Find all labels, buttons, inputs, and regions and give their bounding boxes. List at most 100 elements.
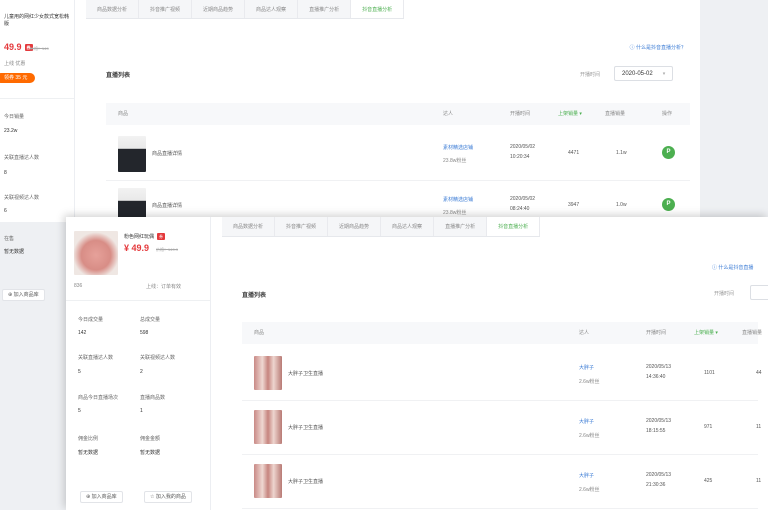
front-stat-value: 598: [140, 330, 149, 336]
front-date-label: 开播时间: [714, 291, 735, 297]
row-sales: 3947: [568, 202, 580, 208]
back-stat-label: 关联直播达人数: [4, 155, 40, 161]
row-title[interactable]: 商品直播详情: [152, 150, 182, 157]
front-stat-label: 佣金金额: [140, 436, 161, 442]
col-header: 达人: [579, 330, 590, 336]
front-date-picker[interactable]: [750, 285, 768, 300]
row-anchor-link[interactable]: 素材精选店铺: [443, 144, 473, 151]
col-header: 开播时间: [646, 330, 667, 336]
back-date-picker[interactable]: 2020-05-02 ▾: [614, 66, 674, 81]
row-sales: 971: [704, 424, 713, 430]
row-title[interactable]: 大胖子卫生直播: [288, 478, 323, 485]
row-gmv: 44: [756, 370, 762, 376]
col-header-sort[interactable]: 上架销量 ▾: [694, 322, 718, 344]
row-fans: 2.6w粉丝: [579, 379, 600, 385]
table-row[interactable]: 大胖子卫生直播 大胖子 2.6w粉丝 2020/05/13 21:30:36 4…: [242, 454, 762, 509]
col-header: 商品: [254, 330, 265, 336]
front-divider: [66, 300, 210, 301]
row-fans: 23.8w粉丝: [443, 158, 467, 164]
back-stat-value: 23.2w: [4, 128, 18, 134]
row-date: 2020/05/13: [646, 418, 672, 424]
front-add-library-button[interactable]: ⊕ 加入商品库: [80, 491, 123, 503]
back-help-link[interactable]: ⓘ 什么是抖音直播分析？: [630, 44, 686, 51]
back-product-name: 儿童用的网红少女款式宽松韩版: [4, 14, 70, 27]
front-tab[interactable]: 抖音推广视频: [275, 217, 329, 236]
front-help-link[interactable]: ⓘ 什么是抖音直播: [712, 264, 753, 271]
row-thumbnail: [118, 136, 146, 172]
front-stat-label: 总成交量: [140, 317, 161, 323]
front-product-tag: 券: [157, 233, 166, 240]
front-tab[interactable]: 商品数据分析: [222, 217, 276, 236]
calendar-icon: ▾: [662, 70, 666, 77]
row-thumbnail: [254, 356, 282, 390]
row-title[interactable]: 大胖子卫生直播: [288, 424, 323, 431]
row-fans: 2.6w粉丝: [579, 487, 600, 493]
row-time: 08:24:40: [510, 206, 530, 212]
front-stat-value: 5: [78, 408, 81, 414]
col-header: 商品: [118, 111, 129, 117]
table-row[interactable]: 商品直播详情 素材精选店铺 23.8w粉丝 2020/05/02 08:24:4…: [106, 180, 690, 222]
row-anchor-link[interactable]: 素材精选店铺: [443, 196, 473, 203]
row-gmv: 1.0w: [616, 202, 627, 208]
row-thumbnail: [254, 410, 282, 444]
front-product-name: 粉色网红玩偶券: [124, 233, 166, 240]
front-tab-bar: 商品数据分析 抖音推广视频 近期商品趋势 商品达人观察 直播推广分析 抖音直播分…: [222, 217, 541, 237]
front-product-orig: 价格：¥49.9: [156, 247, 179, 252]
row-gmv: 11: [756, 478, 762, 484]
play-icon[interactable]: P: [662, 198, 675, 211]
back-tab[interactable]: 近期商品趋势: [192, 0, 246, 18]
front-stat-label: 关联视频达人数: [140, 355, 176, 361]
back-coupon-pill[interactable]: 领券 35 元: [0, 73, 36, 83]
front-stat-label: 关联直播达人数: [78, 355, 114, 361]
front-product-panel: 粉色网红玩偶券 ¥ 49.9 价格：¥49.9 836 上线：订单有效 今日成交…: [66, 217, 211, 510]
front-stat-value: 暂无数据: [78, 450, 99, 456]
back-tab-active[interactable]: 抖音直播分析: [351, 0, 405, 18]
row-fans: 23.8w粉丝: [443, 210, 467, 216]
row-sales: 425: [704, 478, 713, 484]
row-title[interactable]: 商品直播详情: [152, 202, 182, 209]
table-row[interactable]: 大胖子卫生直播 大胖子 2.6w粉丝 2020/05/13 14:36:40 1…: [242, 346, 762, 401]
table-row[interactable]: 大胖子卫生直播 大胖子 2.6w粉丝 2020/05/13 18:15:55 9…: [242, 400, 762, 455]
row-anchor-link[interactable]: 大胖子: [579, 472, 594, 479]
back-product-panel: 儿童用的网红少女款式宽松韩版 49.9 券 价格：¥49 上线 优惠 领券 35 …: [0, 0, 75, 222]
front-section-title: 直播列表: [242, 293, 267, 299]
front-tab-active[interactable]: 抖音直播分析: [487, 217, 541, 236]
front-stat-value: 142: [78, 330, 87, 336]
front-tab[interactable]: 直播推广分析: [434, 217, 488, 236]
row-sales: 1101: [704, 370, 715, 376]
row-title[interactable]: 大胖子卫生直播: [288, 370, 323, 377]
col-header-sort[interactable]: 上架销量 ▾: [558, 103, 582, 125]
row-date: 2020/05/02: [510, 144, 536, 150]
row-fans: 2.6w粉丝: [579, 433, 600, 439]
back-tab[interactable]: 直播推广分析: [298, 0, 352, 18]
back-stat-value: 暂无数据: [4, 249, 25, 255]
row-time: 21:30:36: [646, 482, 666, 488]
back-date-label: 开播时间: [580, 72, 601, 78]
row-thumbnail: [254, 464, 282, 498]
row-anchor-link[interactable]: 大胖子: [579, 418, 594, 425]
front-stat-label: 佣金比例: [78, 436, 99, 442]
table-row[interactable]: 商品直播详情 素材精选店铺 23.8w粉丝 2020/05/02 10:20:3…: [106, 128, 690, 181]
front-tab[interactable]: 商品达人观察: [381, 217, 435, 236]
back-tab[interactable]: 抖音推广视频: [139, 0, 193, 18]
back-tab[interactable]: 商品数据分析: [86, 0, 140, 18]
row-gmv: 11: [756, 424, 762, 430]
back-table-header: 商品 达人 开播时间 上架销量 ▾ 直播销量 操作: [106, 103, 690, 125]
back-stat-label: 今日销量: [4, 114, 25, 120]
back-stat-value: 6: [4, 208, 7, 214]
back-stat-label: 关联视频达人数: [4, 195, 40, 201]
col-header: 直播销量: [605, 111, 626, 117]
col-header: 操作: [662, 111, 673, 117]
front-add-mine-button[interactable]: ☆ 加入我的商品: [144, 491, 192, 503]
back-product-orig: 价格：¥49: [30, 46, 49, 51]
play-icon[interactable]: P: [662, 146, 675, 159]
back-product-sub: 上线 优惠: [4, 61, 26, 67]
front-tab[interactable]: 近期商品趋势: [328, 217, 382, 236]
back-window: 儿童用的网红少女款式宽松韩版 49.9 券 价格：¥49 上线 优惠 领券 35 …: [0, 0, 700, 222]
front-window: 粉色网红玩偶券 ¥ 49.9 价格：¥49.9 836 上线：订单有效 今日成交…: [66, 217, 768, 510]
back-tab[interactable]: 商品达人观察: [245, 0, 299, 18]
col-header: 直播销量: [742, 330, 763, 336]
row-anchor-link[interactable]: 大胖子: [579, 364, 594, 371]
front-product-left-info: 836: [74, 283, 83, 289]
back-add-library-button[interactable]: ⊕ 加入商品库: [2, 289, 45, 301]
